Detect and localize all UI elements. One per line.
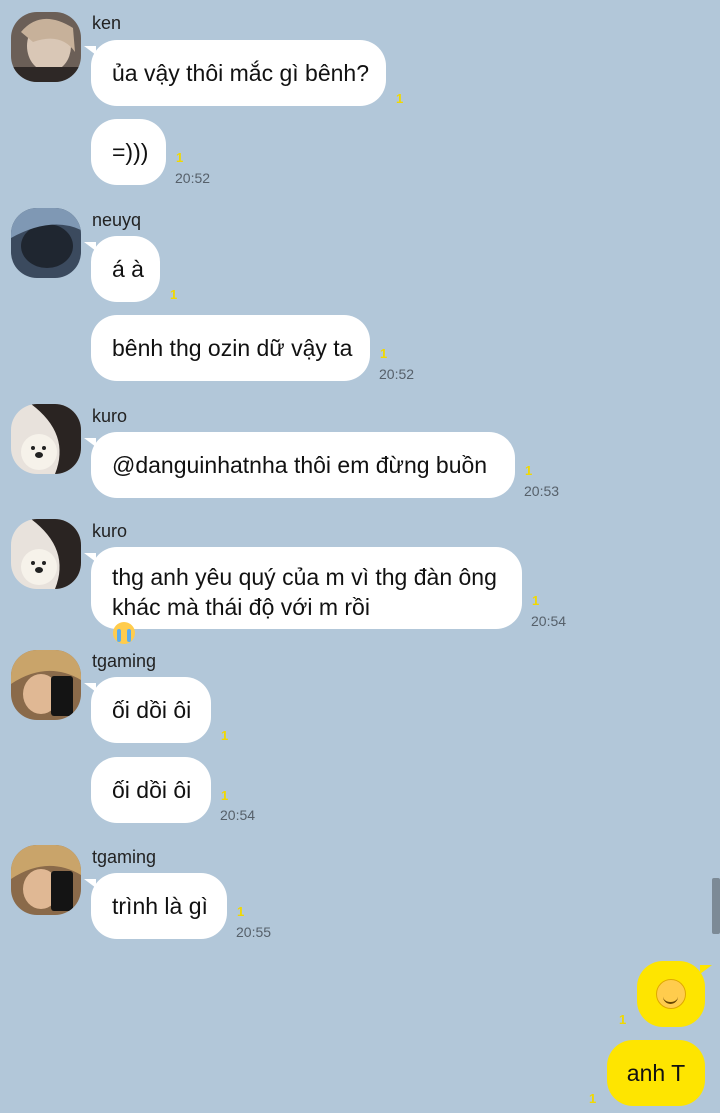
message-bubble[interactable]: á à xyxy=(84,236,160,302)
unread-count: 1 xyxy=(380,346,388,361)
unread-count: 1 xyxy=(221,788,229,803)
outgoing-message-bubble[interactable] xyxy=(637,961,712,1027)
message-time: 20:54 xyxy=(220,807,256,823)
message-text: trình là gì xyxy=(112,893,208,919)
avatar-neuyq[interactable] xyxy=(11,208,81,278)
sender-name: neuyq xyxy=(92,210,142,230)
unread-count: 1 xyxy=(170,287,178,302)
message-bubble[interactable]: thg anh yêu quý của m vì thg đàn ông khá… xyxy=(84,547,522,644)
chat-scrollbar[interactable] xyxy=(712,878,720,934)
unread-count: 1 xyxy=(221,728,229,743)
avatar-kuro[interactable] xyxy=(11,519,81,589)
avatar-ken[interactable] xyxy=(11,12,81,82)
message-text: bênh thg ozin dữ vậy ta xyxy=(112,335,353,361)
message-text: á à xyxy=(112,256,144,282)
message-time: 20:52 xyxy=(379,366,415,382)
message-bubble[interactable]: @danguinhatnha thôi em đừng buồn xyxy=(84,432,515,498)
message-text-line: khác mà thái độ với m rồi xyxy=(112,592,497,644)
unread-count: 1 xyxy=(176,150,184,165)
message-time: 20:53 xyxy=(524,483,560,499)
unread-count: 1 xyxy=(589,1091,597,1106)
unread-count: 1 xyxy=(525,463,533,478)
message-text: ối dồi ôi xyxy=(112,697,192,723)
sender-name: kuro xyxy=(92,406,128,426)
message-bubble[interactable]: trình là gì xyxy=(84,873,227,939)
crying-face-icon xyxy=(113,622,135,644)
sender-name: tgaming xyxy=(92,847,157,867)
sender-name: tgaming xyxy=(92,651,157,671)
unread-count: 1 xyxy=(396,91,404,106)
message-bubble[interactable]: bênh thg ozin dữ vậy ta xyxy=(91,315,370,381)
unread-count: 1 xyxy=(237,904,245,919)
avatar-tgaming[interactable] xyxy=(11,845,81,915)
outgoing-message-bubble[interactable]: anh T xyxy=(607,1040,705,1106)
message-bubble[interactable]: =))) xyxy=(91,119,166,185)
sender-name: kuro xyxy=(92,521,128,541)
message-text: @danguinhatnha thôi em đừng buồn xyxy=(112,452,488,478)
message-text: anh T xyxy=(626,1060,686,1086)
avatar-kuro[interactable] xyxy=(11,404,81,474)
message-time: 20:55 xyxy=(236,924,272,940)
message-text: =))) xyxy=(112,139,149,165)
message-text-line: thg anh yêu quý của m vì thg đàn ông xyxy=(112,564,497,590)
avatar-tgaming[interactable] xyxy=(11,650,81,720)
smiling-blush-face-icon xyxy=(656,979,686,1009)
message-bubble[interactable]: ối dồi ôi xyxy=(91,757,211,823)
sender-name: ken xyxy=(92,13,122,33)
unread-count: 1 xyxy=(619,1012,627,1027)
message-text: ối dồi ôi xyxy=(112,777,192,803)
message-text-line2: khác mà thái độ với m rồi xyxy=(112,594,370,620)
message-time: 20:54 xyxy=(531,613,567,629)
message-text: ủa vậy thôi mắc gì bênh? xyxy=(112,60,369,86)
message-bubble[interactable]: ối dồi ôi xyxy=(84,677,211,743)
message-bubble[interactable]: ủa vậy thôi mắc gì bênh? xyxy=(84,40,386,106)
message-time: 20:52 xyxy=(175,170,211,186)
unread-count: 1 xyxy=(532,593,540,608)
